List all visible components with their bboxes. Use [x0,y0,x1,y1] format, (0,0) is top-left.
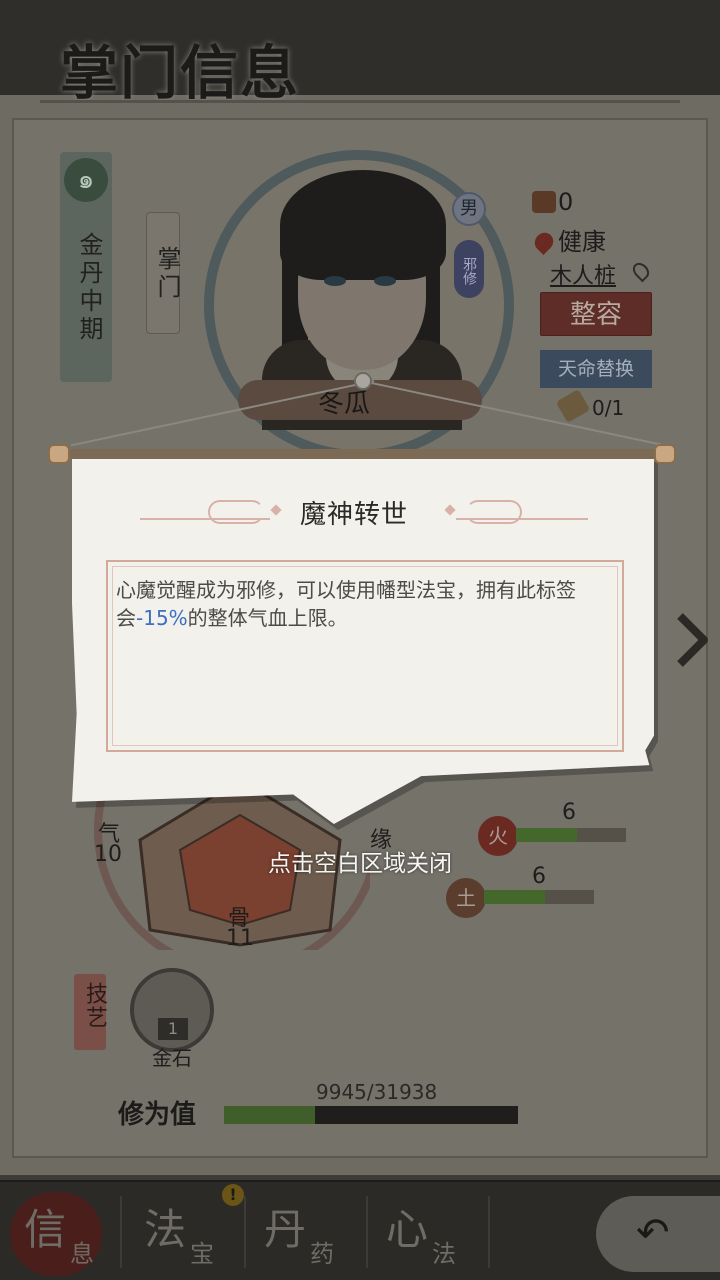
portrait-hair [280,170,446,280]
page-title: 掌门信息 [60,39,301,107]
nav-separator [120,1196,122,1268]
nav-tab-info-small: 息 [70,1240,94,1268]
heart-icon [530,228,558,256]
skill-level: 1 [158,1018,188,1040]
scroll-rod [48,444,676,464]
close-hint[interactable]: 点击空白区域关闭 [0,844,720,878]
nav-tab-info[interactable]: 信 息 [4,1190,124,1280]
path-badge[interactable]: 邪修 [454,240,484,298]
treasure-alert-icon: ! [222,1184,244,1206]
fame-stat: 0 [532,188,573,216]
nav-tab-treasure-small: 宝 [190,1240,214,1268]
nav-separator [488,1196,490,1268]
earth-bar [484,890,594,904]
portrait-eye-left [324,276,346,286]
hanging-knob [354,372,372,390]
title-divider [40,100,680,103]
title-ornament-swirl-right [466,500,522,524]
health-stat: 健康 [530,222,606,257]
fire-bar-fill [516,828,577,842]
nav-tab-pills-small: 药 [310,1240,334,1268]
portrait-eye-right [374,276,396,286]
next-arrow-icon[interactable] [672,610,712,670]
scroll-rod-cap-right [654,444,676,464]
scroll-rod-bar [68,449,658,459]
cultivation-progress-text: 9945/31938 [316,1080,438,1104]
fate-count: 0/1 [592,396,625,420]
realm-label: 金丹中期 [75,232,103,344]
location-link[interactable]: 木人桩 [550,258,616,290]
fame-value: 0 [558,188,574,216]
realm-swirl-icon: ๑ [64,158,108,202]
cultivation-bar-fill [224,1106,316,1124]
cultivation-bar [224,1106,518,1124]
nav-tab-pills[interactable]: 丹 药 [244,1190,364,1280]
earth-bar-fill [484,890,545,904]
scroll-rod-cap-left [48,444,70,464]
fame-icon [532,191,556,213]
nav-tab-methods-big: 心 [386,1205,429,1254]
earth-element-icon: 土 [446,878,486,918]
nav-tab-treasure-big: 法 [144,1205,187,1254]
fire-value: 6 [562,800,576,825]
description-text: 心魔觉醒成为邪修，可以使用幡型法宝，拥有此标签会-15%的整体气血上限。 [116,576,616,632]
nav-tab-info-big: 信 [24,1205,67,1254]
fire-bar [516,828,626,842]
face-change-button[interactable]: 整容 [540,292,652,336]
description-text-after: 的整体气血上限。 [187,606,348,630]
skill-name: 金石 [152,1046,192,1070]
popup-title: 魔神转世 [300,500,409,530]
back-arrow-icon: ↶ [636,1210,670,1256]
role-label: 掌门 [153,246,181,302]
health-value: 健康 [558,228,606,256]
nav-tab-pills-big: 丹 [264,1205,307,1254]
nav-tab-methods[interactable]: 心 法 [366,1190,486,1280]
gender-badge: 男 [452,192,486,226]
nav-tab-methods-small: 法 [432,1240,456,1268]
title-ornament-swirl-left [208,500,264,524]
bone-value: 11 [226,926,254,951]
fate-replace-button[interactable]: 天命替换 [540,350,652,388]
cultivation-label: 修为值 [118,1100,197,1130]
description-highlight: -15% [136,606,188,630]
skills-label: 技艺 [82,982,107,1030]
